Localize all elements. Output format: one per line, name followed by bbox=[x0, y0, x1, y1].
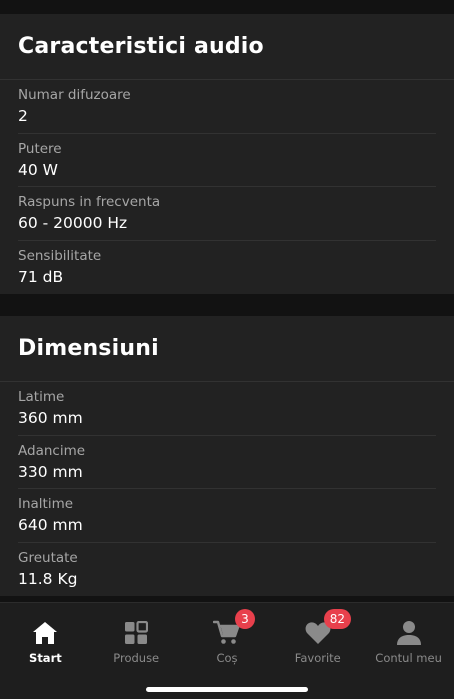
spec-row-weight: Greutate 11.8 Kg bbox=[18, 543, 436, 597]
nav-item-cos[interactable]: 3 Coș bbox=[182, 603, 273, 673]
nav-item-contul-meu[interactable]: Contul meu bbox=[363, 603, 454, 673]
spec-row-power: Putere 40 W bbox=[18, 134, 436, 187]
spec-value: 71 dB bbox=[18, 268, 64, 287]
spec-label: Sensibilitate bbox=[18, 248, 102, 265]
section-spacer bbox=[0, 294, 454, 316]
cart-icon: 3 bbox=[212, 609, 255, 647]
spec-row-depth: Adancime 330 mm bbox=[18, 436, 436, 489]
top-spacer bbox=[0, 0, 454, 14]
spec-label: Putere bbox=[18, 140, 62, 157]
nav-label-favorite: Favorite bbox=[294, 651, 341, 665]
spec-label: Raspuns in frecventa bbox=[18, 194, 161, 211]
spec-label: Inaltime bbox=[18, 496, 74, 513]
nav-item-produse[interactable]: Produse bbox=[91, 603, 182, 673]
spec-value: 330 mm bbox=[18, 462, 83, 481]
cart-count-badge: 3 bbox=[234, 609, 255, 629]
spec-value: 360 mm bbox=[18, 409, 83, 428]
user-icon bbox=[395, 619, 423, 647]
spec-value: 2 bbox=[18, 107, 28, 126]
heart-icon: 82 bbox=[304, 609, 352, 647]
spec-row-sensitivity: Sensibilitate 71 dB bbox=[18, 241, 436, 295]
grid-icon bbox=[122, 619, 150, 647]
spec-label: Adancime bbox=[18, 442, 86, 459]
spec-value: 60 - 20000 Hz bbox=[18, 214, 128, 233]
spec-label: Greutate bbox=[18, 550, 78, 567]
spec-row-frequency-response: Raspuns in frecventa 60 - 20000 Hz bbox=[18, 187, 436, 241]
spec-row-height: Inaltime 640 mm bbox=[18, 489, 436, 543]
dimensions-card: Dimensiuni Latime 360 mm Adancime 330 mm… bbox=[0, 316, 454, 596]
audio-section-title: Caracteristici audio bbox=[0, 14, 454, 80]
favorites-count-badge: 82 bbox=[323, 609, 352, 629]
nav-label-contul-meu: Contul meu bbox=[375, 651, 442, 665]
nav-label-cos: Coș bbox=[216, 651, 238, 665]
nav-item-start[interactable]: Start bbox=[0, 603, 91, 673]
spec-label: Numar difuzoare bbox=[18, 87, 131, 104]
spec-row-width: Latime 360 mm bbox=[18, 382, 436, 436]
spec-value: 640 mm bbox=[18, 516, 83, 535]
nav-item-favorite[interactable]: 82 Favorite bbox=[272, 603, 363, 673]
bottom-navigation: Start Produse 3 Coș 82 Favorite Contul m… bbox=[0, 602, 454, 699]
dimensions-section-title: Dimensiuni bbox=[0, 316, 454, 382]
spec-value: 40 W bbox=[18, 160, 58, 179]
product-specs-page: Caracteristici audio Numar difuzoare 2 P… bbox=[0, 0, 454, 699]
nav-label-start: Start bbox=[29, 651, 62, 665]
audio-card: Caracteristici audio Numar difuzoare 2 P… bbox=[0, 14, 454, 294]
home-icon bbox=[31, 619, 59, 647]
nav-label-produse: Produse bbox=[113, 651, 160, 665]
spec-label: Latime bbox=[18, 389, 65, 406]
spec-value: 11.8 Kg bbox=[18, 570, 78, 589]
spec-row-speaker-count: Numar difuzoare 2 bbox=[18, 80, 436, 134]
home-indicator[interactable] bbox=[146, 687, 308, 692]
